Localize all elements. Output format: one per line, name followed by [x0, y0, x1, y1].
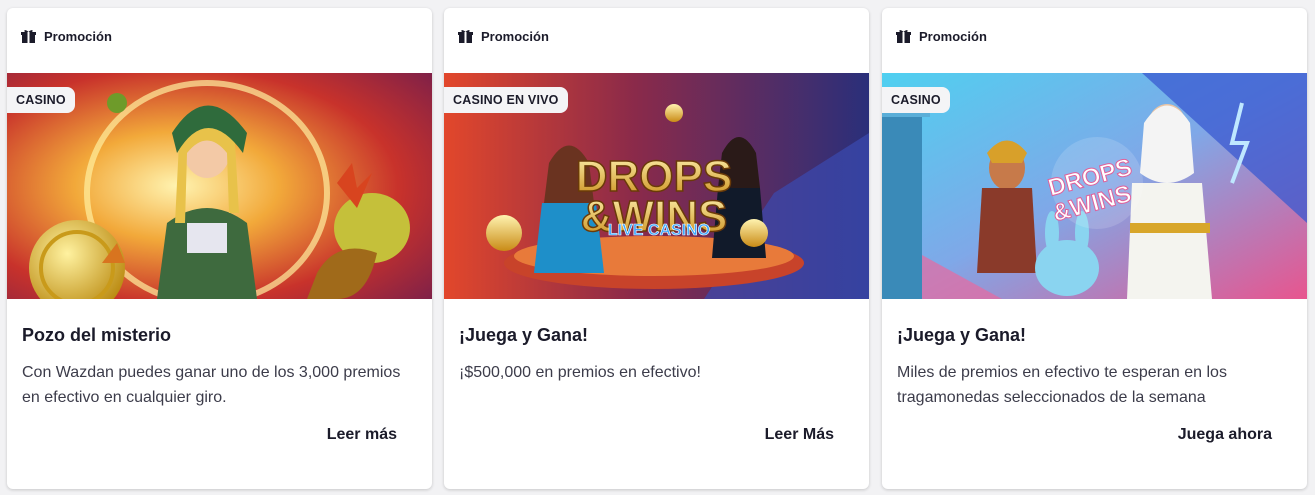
card-title: ¡Juega y Gana! [459, 325, 589, 345]
card-description: Miles de premios en efectivo te esperan … [897, 364, 1227, 406]
promo-banner-image[interactable]: DROPS &WINS CASINO [882, 73, 1307, 299]
read-more-link[interactable]: Leer Más [765, 426, 834, 444]
card-title: Pozo del misterio [22, 325, 172, 345]
promo-label: Promoción [919, 29, 987, 44]
play-now-link[interactable]: Juega ahora [1178, 426, 1272, 444]
banner-live-casino-text: LIVE CASINO [608, 222, 710, 239]
category-tag: CASINO [7, 87, 75, 113]
card-body: Pozo del misterio Con Wazdan puedes gana… [7, 299, 432, 420]
promo-card[interactable]: Promoción [7, 8, 432, 489]
promo-banner-image[interactable]: CASINO [7, 73, 432, 299]
category-tag: CASINO [882, 87, 950, 113]
gift-icon [896, 29, 911, 44]
card-body: ¡Juega y Gana! Miles de premios en efect… [882, 299, 1307, 420]
card-header: Promoción [444, 8, 869, 73]
card-description: ¡$500,000 en premios en efectivo! [459, 364, 701, 381]
gift-icon [21, 29, 36, 44]
promo-banner-image[interactable]: DROPS &WINS LIVE CASINO CASINO EN VIVO [444, 73, 869, 299]
promo-card[interactable]: Promoción [444, 8, 869, 489]
card-header: Promoción [882, 8, 1307, 73]
card-title: ¡Juega y Gana! [897, 325, 1027, 345]
category-tag: CASINO EN VIVO [444, 87, 568, 113]
promo-card[interactable]: Promoción [882, 8, 1307, 489]
card-body: ¡Juega y Gana! ¡$500,000 en premios en e… [444, 299, 869, 420]
promo-label: Promoción [44, 29, 112, 44]
promo-label: Promoción [481, 29, 549, 44]
read-more-link[interactable]: Leer más [327, 426, 397, 444]
card-header: Promoción [7, 8, 432, 73]
card-description: Con Wazdan puedes ganar uno de los 3,000… [22, 364, 401, 406]
gift-icon [458, 29, 473, 44]
